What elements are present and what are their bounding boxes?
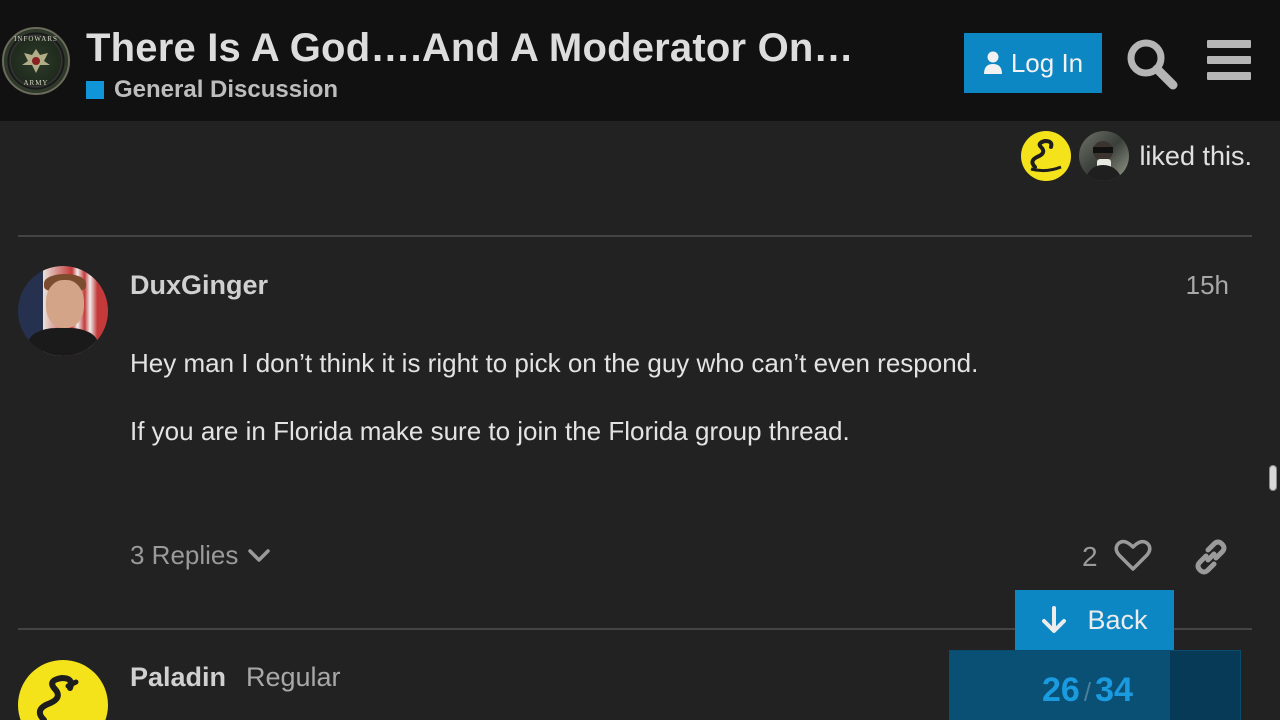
share-link-button[interactable]: [1192, 538, 1230, 576]
search-icon: [1127, 39, 1178, 90]
post-username[interactable]: Paladin: [130, 662, 226, 693]
link-icon: [1195, 539, 1227, 575]
logo-text-top: INFOWARS: [14, 35, 58, 43]
liked-this-text: liked this.: [1139, 140, 1252, 171]
page-scrollbar[interactable]: [1269, 465, 1277, 491]
hamburger-menu-button[interactable]: [1207, 40, 1255, 84]
progress-total: 34: [1095, 671, 1133, 709]
post-date[interactable]: 15h: [1186, 270, 1229, 301]
person-photo-icon: [1085, 141, 1124, 181]
logo-text-bottom: ARMY: [23, 79, 49, 87]
gadsden-snake-icon: [36, 674, 79, 720]
topic-title[interactable]: There Is A God….And A Moderator On…: [86, 26, 854, 71]
arrow-down-icon: [1042, 606, 1067, 633]
liker-avatar[interactable]: [1079, 131, 1130, 181]
login-label: Log In: [1010, 47, 1084, 78]
avatar-face: [46, 280, 84, 328]
site-header: INFOWARS ARMY There Is A God….And A Mode…: [0, 0, 1280, 121]
category-color-swatch: [86, 81, 104, 99]
user-avatar[interactable]: [18, 660, 108, 720]
menu-bar-icon: [1207, 72, 1251, 80]
back-label: Back: [1087, 604, 1148, 635]
progress-counter: 26/34: [1042, 671, 1133, 710]
menu-bar-icon: [1207, 40, 1251, 48]
like-button[interactable]: [1114, 538, 1154, 576]
gadsden-snake-icon: [1030, 138, 1062, 173]
search-button[interactable]: [1124, 36, 1180, 92]
category-badge[interactable]: General Discussion: [86, 76, 338, 104]
login-button[interactable]: Log In: [964, 33, 1102, 93]
replies-label: 3 Replies: [130, 540, 239, 570]
post-username[interactable]: DuxGinger: [130, 270, 268, 301]
progress-current: 26: [1042, 671, 1080, 709]
user-icon: [983, 51, 1002, 74]
user-avatar[interactable]: [18, 266, 108, 356]
menu-bar-icon: [1207, 56, 1251, 64]
category-name: General Discussion: [114, 76, 339, 103]
post-paragraph: Hey man I don’t think it is right to pic…: [130, 348, 979, 378]
post-divider: [18, 235, 1252, 237]
site-logo[interactable]: INFOWARS ARMY: [2, 27, 70, 95]
progress-separator: /: [1083, 677, 1092, 707]
heart-icon: [1114, 539, 1152, 571]
post-paragraph: If you are in Florida make sure to join …: [130, 416, 850, 446]
back-button[interactable]: Back: [1015, 590, 1174, 650]
eagle-emblem-icon: [22, 49, 50, 73]
topic-progress[interactable]: 26/34: [949, 650, 1241, 720]
user-title: Regular: [246, 662, 341, 692]
chevron-down-icon: [248, 548, 271, 562]
likers-row: liked this.: [1021, 131, 1252, 181]
show-replies-button[interactable]: 3 Replies: [130, 540, 271, 571]
liker-avatar[interactable]: [1021, 131, 1072, 181]
avatar-shirt: [28, 328, 98, 356]
like-count[interactable]: 2: [1082, 541, 1098, 573]
